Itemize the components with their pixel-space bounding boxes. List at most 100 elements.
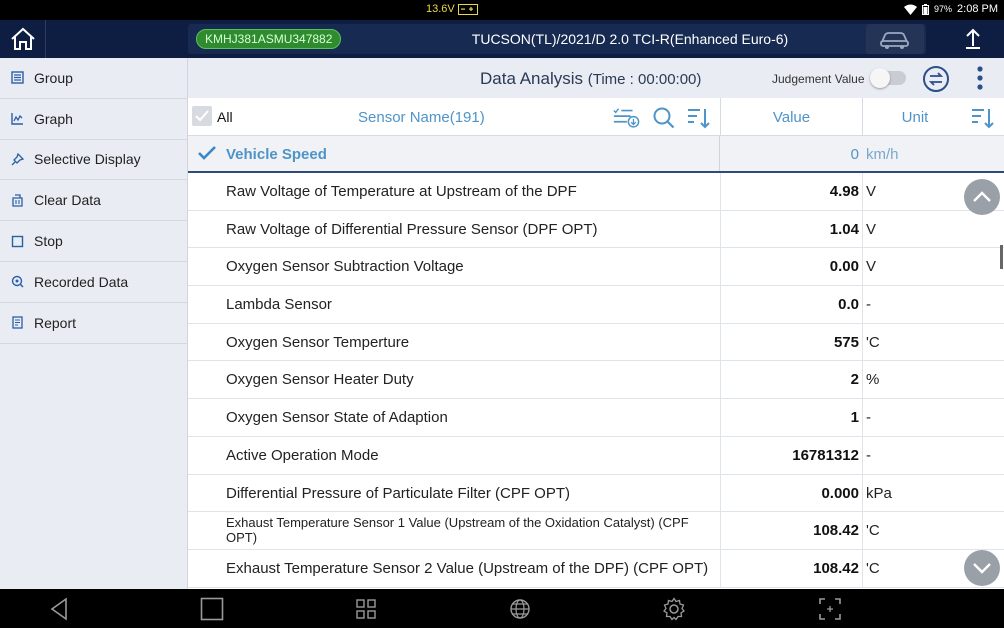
judgement-toggle[interactable] — [870, 68, 906, 88]
table-row[interactable]: Oxygen Sensor Temperture 575 'C — [188, 323, 1004, 362]
column-divider — [862, 248, 863, 286]
status-bar: 13.6V 97% 2:08 PM — [0, 0, 1004, 20]
sidebar-item-label: Graph — [34, 110, 73, 127]
sync-icon — [923, 66, 949, 92]
battery-percent: 97% — [934, 4, 953, 14]
column-value: Value — [772, 109, 811, 126]
scroll-up-button[interactable] — [964, 179, 1000, 215]
column-sensor-name[interactable]: Sensor Name(191) — [358, 109, 485, 126]
vehicle-connect-button[interactable] — [866, 24, 924, 54]
select-all-checkbox[interactable] — [192, 106, 212, 126]
sidebar-item-group[interactable]: Group — [0, 58, 187, 99]
filter-list-button[interactable] — [612, 106, 640, 130]
vehicle-title: TUCSON(TL)/2021/D 2.0 TCI-R(Enhanced Eur… — [471, 31, 789, 47]
settings-button[interactable] — [660, 595, 688, 623]
sidebar: Group Graph Selective Display Clear Data… — [0, 58, 188, 589]
report-icon — [10, 316, 24, 330]
sidebar-item-label: Report — [34, 314, 77, 331]
column-divider — [862, 210, 863, 248]
browser-button[interactable] — [506, 595, 534, 623]
table-row[interactable]: Lambda Sensor 0.0 - — [188, 286, 1004, 324]
more-vertical-icon — [977, 66, 983, 90]
sensor-value: 0.0 — [838, 296, 859, 314]
column-divider — [862, 361, 863, 399]
table-row[interactable]: Exhaust Temperature Sensor 1 Value (Upst… — [188, 512, 1004, 550]
table-row[interactable]: Raw Voltage of Differential Pressure Sen… — [188, 210, 1004, 249]
sensor-list: Raw Voltage of Temperature at Upstream o… — [188, 173, 1004, 588]
group-icon — [10, 71, 24, 85]
sensor-name: Oxygen Sensor Subtraction Voltage — [226, 258, 464, 276]
sensor-value: 575 — [833, 333, 859, 351]
column-divider — [862, 399, 863, 436]
sensor-name: Vehicle Speed — [226, 146, 327, 163]
sidebar-item-label: Recorded Data — [34, 273, 129, 290]
sidebar-item-recorded-data[interactable]: Recorded Data — [0, 262, 187, 303]
sensor-unit: - — [866, 296, 871, 314]
sensor-name: Raw Voltage of Differential Pressure Sen… — [226, 220, 598, 238]
page-title: Data Analysis (Time : 00:00:00) — [480, 69, 701, 89]
grid-icon — [356, 599, 376, 619]
screenshot-button[interactable] — [816, 595, 844, 623]
system-nav-bar — [0, 589, 1004, 628]
column-divider — [862, 323, 863, 361]
search-record-icon — [10, 275, 24, 289]
home-button[interactable] — [0, 20, 46, 58]
system-status: 97% 2:08 PM — [904, 3, 998, 15]
column-divider — [719, 136, 720, 171]
home-nav-button[interactable] — [198, 595, 226, 623]
table-row[interactable]: Exhaust Temperature Sensor 2 Value (Upst… — [188, 549, 1004, 588]
sensor-unit: 'C — [866, 522, 880, 540]
sensor-name: Exhaust Temperature Sensor 2 Value (Upst… — [226, 559, 709, 577]
column-divider — [862, 512, 863, 549]
sidebar-item-label: Clear Data — [34, 192, 101, 209]
wifi-icon — [904, 4, 918, 15]
sort-unit-button[interactable] — [968, 106, 996, 130]
sort-icon — [688, 109, 710, 129]
sidebar-item-graph[interactable]: Graph — [0, 99, 187, 140]
sidebar-item-selective-display[interactable]: Selective Display — [0, 140, 187, 181]
select-all-label: All — [217, 109, 233, 125]
apps-button[interactable] — [352, 595, 380, 623]
sensor-value: 0.00 — [829, 258, 859, 276]
table-row[interactable]: Active Operation Mode 16781312 - — [188, 436, 1004, 475]
export-button[interactable] — [948, 20, 998, 58]
table-row[interactable]: Raw Voltage of Temperature at Upstream o… — [188, 173, 1004, 211]
pin-icon — [10, 152, 24, 166]
search-icon — [653, 107, 675, 129]
table-row[interactable]: Oxygen Sensor Subtraction Voltage 0.00 V — [188, 248, 1004, 287]
sync-button[interactable] — [922, 65, 950, 93]
clock: 2:08 PM — [957, 3, 998, 15]
sidebar-item-stop[interactable]: Stop — [0, 221, 187, 262]
sidebar-item-clear-data[interactable]: Clear Data — [0, 180, 187, 222]
sensor-unit: - — [866, 446, 871, 464]
checkmark-icon — [197, 145, 217, 166]
scrollbar-thumb[interactable] — [1000, 245, 1003, 269]
table-row[interactable]: Oxygen Sensor Heater Duty 2 % — [188, 361, 1004, 400]
column-divider — [862, 436, 863, 474]
sensor-name: Oxygen Sensor State of Adaption — [226, 409, 448, 427]
sensor-unit: V — [866, 258, 877, 276]
scroll-down-button[interactable] — [964, 550, 1000, 586]
back-button[interactable] — [45, 595, 73, 623]
sidebar-item-report[interactable]: Report — [0, 303, 187, 344]
sidebar-item-label: Group — [34, 69, 73, 86]
table-row[interactable]: Differential Pressure of Particulate Fil… — [188, 474, 1004, 513]
chevron-down-icon — [973, 563, 991, 574]
column-divider — [862, 474, 863, 512]
sensor-value: 2 — [850, 371, 859, 389]
sensor-unit: km/h — [866, 146, 899, 163]
voltage-text: 13.6V — [426, 3, 455, 15]
table-row-selected[interactable]: Vehicle Speed 0 km/h — [188, 136, 1004, 173]
sensor-value: 1.04 — [829, 220, 859, 238]
sensor-name: Differential Pressure of Particulate Fil… — [226, 484, 570, 502]
sort-name-button[interactable] — [684, 106, 712, 130]
panel-toolbar: Data Analysis (Time : 00:00:00) Judgemen… — [188, 58, 1004, 98]
search-button[interactable] — [650, 106, 678, 130]
judgement-label: Judgement Value — [772, 72, 865, 86]
sort-icon — [972, 109, 994, 129]
sensor-name: Active Operation Mode — [226, 446, 379, 464]
table-row[interactable]: Oxygen Sensor State of Adaption 1 - — [188, 399, 1004, 437]
more-options-button[interactable] — [970, 64, 990, 92]
title-text: Data Analysis — [480, 69, 583, 88]
sensor-unit: 'C — [866, 559, 880, 577]
